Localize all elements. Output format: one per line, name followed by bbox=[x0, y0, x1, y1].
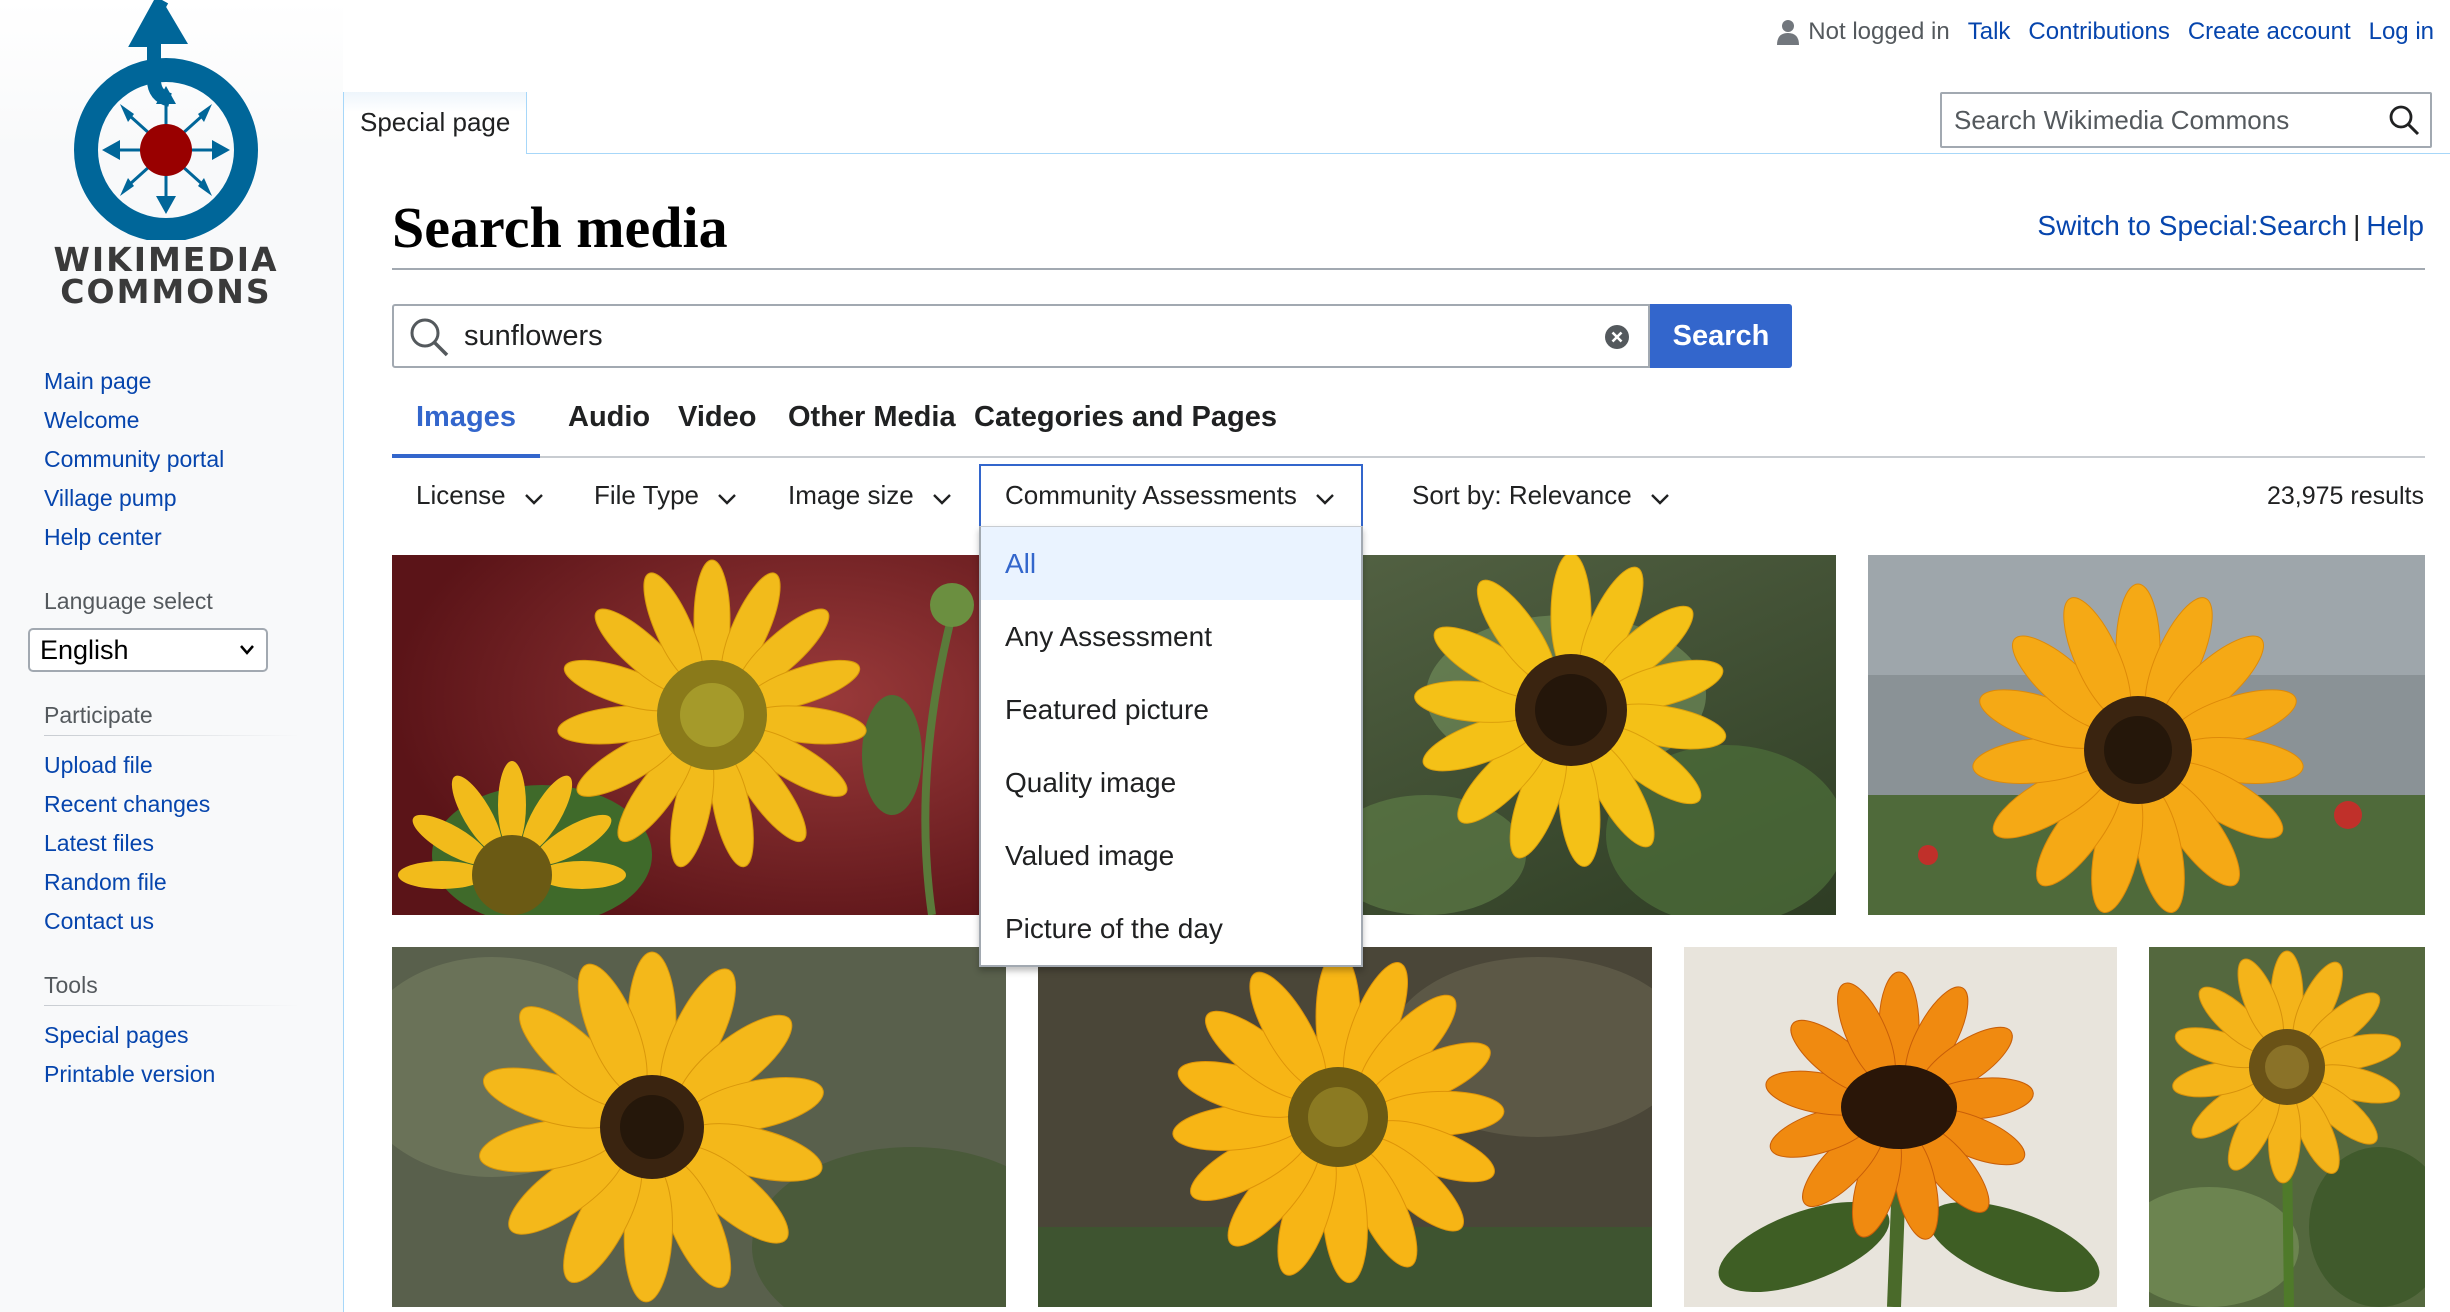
image-size-filter[interactable]: Image size bbox=[764, 464, 977, 526]
tab-special-page[interactable]: Special page bbox=[343, 92, 528, 154]
chevron-down-icon bbox=[1649, 466, 1671, 528]
sidebar-link-special-pages[interactable]: Special pages bbox=[44, 1022, 189, 1048]
sunflower-thumbnail bbox=[1868, 555, 2425, 915]
menu-option-valued-image[interactable]: Valued image bbox=[981, 819, 1361, 892]
sidebar-link-latest-files[interactable]: Latest files bbox=[44, 830, 154, 856]
help-link[interactable]: Help bbox=[2366, 210, 2424, 241]
tab-video[interactable]: Video bbox=[654, 382, 780, 458]
header-search-input[interactable] bbox=[1942, 94, 2372, 146]
license-filter-label: License bbox=[416, 480, 506, 510]
community-assessments-filter[interactable]: Community Assessments bbox=[979, 464, 1363, 526]
chevron-down-icon bbox=[238, 630, 256, 684]
header-search-box[interactable] bbox=[1940, 92, 2432, 148]
media-search-input[interactable] bbox=[464, 310, 1564, 362]
chevron-down-icon bbox=[523, 466, 545, 528]
file-type-filter[interactable]: File Type bbox=[570, 464, 762, 526]
menu-option-picture-of-the-day[interactable]: Picture of the day bbox=[981, 892, 1361, 965]
sunflower-thumbnail bbox=[392, 947, 1006, 1307]
tab-other-media[interactable]: Other Media bbox=[764, 382, 980, 458]
sidebar-link-recent-changes[interactable]: Recent changes bbox=[44, 791, 210, 817]
not-logged-in-status: Not logged in bbox=[1776, 18, 1950, 46]
image-result-tile[interactable] bbox=[1868, 555, 2425, 915]
chevron-down-icon bbox=[931, 466, 953, 528]
search-icon[interactable] bbox=[2388, 104, 2420, 136]
sunflower-thumbnail bbox=[2149, 947, 2425, 1307]
image-result-tile[interactable] bbox=[1038, 947, 1652, 1307]
sidebar-link-village-pump[interactable]: Village pump bbox=[44, 485, 177, 511]
sidebar-link-contact-us[interactable]: Contact us bbox=[44, 908, 154, 934]
sidebar: WIKIMEDIA COMMONS Main page Welcome Comm… bbox=[0, 0, 343, 1312]
sidebar-link-welcome[interactable]: Welcome bbox=[44, 407, 139, 433]
indicator-separator: | bbox=[2353, 210, 2361, 241]
media-type-tabs: Images Audio Video Other Media Categorie… bbox=[392, 382, 2425, 458]
sort-filter[interactable]: Sort by: Relevance bbox=[1388, 464, 1695, 526]
file-type-filter-label: File Type bbox=[594, 480, 700, 510]
tab-images[interactable]: Images bbox=[392, 382, 540, 458]
results-count: 23,975 results bbox=[2266, 482, 2424, 510]
language-select-value: English bbox=[40, 635, 129, 665]
sunflower-thumbnail bbox=[392, 555, 1006, 915]
menu-option-featured-picture[interactable]: Featured picture bbox=[981, 673, 1361, 746]
chevron-down-icon bbox=[716, 466, 738, 528]
community-assessments-menu: All Any Assessment Featured picture Qual… bbox=[979, 526, 1363, 967]
page-title: Search media bbox=[392, 195, 728, 260]
not-logged-in-text: Not logged in bbox=[1808, 18, 1950, 45]
log-in-link[interactable]: Log in bbox=[2369, 18, 2434, 46]
image-size-filter-label: Image size bbox=[788, 480, 914, 510]
contributions-link[interactable]: Contributions bbox=[2028, 18, 2169, 46]
main-content: Search media Switch to Special:Search | He… bbox=[343, 154, 2450, 1312]
menu-option-any-assessment[interactable]: Any Assessment bbox=[981, 600, 1361, 673]
tools-portal: Tools Special pages Printable version bbox=[44, 972, 299, 1094]
personal-tools: Not logged in Talk Contributions Create … bbox=[1776, 14, 2434, 50]
tools-heading: Tools bbox=[44, 972, 299, 1006]
language-portal: Language select English bbox=[28, 588, 299, 672]
commons-logo-icon bbox=[74, 0, 258, 242]
image-result-tile[interactable] bbox=[1684, 947, 2117, 1307]
page-indicators: Switch to Special:Search | Help bbox=[2037, 210, 2424, 242]
title-divider bbox=[392, 268, 2425, 270]
chevron-down-icon bbox=[1314, 468, 1336, 526]
image-result-tile[interactable] bbox=[392, 555, 1006, 915]
sort-filter-label: Sort by: Relevance bbox=[1412, 480, 1632, 510]
search-button[interactable]: Search bbox=[1650, 304, 1792, 368]
create-account-link[interactable]: Create account bbox=[2188, 18, 2351, 46]
clear-icon[interactable] bbox=[1604, 324, 1630, 350]
switch-to-special-search-link[interactable]: Switch to Special:Search bbox=[2037, 210, 2347, 241]
participate-portal: Participate Upload file Recent changes L… bbox=[44, 702, 299, 941]
sunflower-thumbnail bbox=[1038, 947, 1652, 1307]
logo-wordmark-line2: COMMONS bbox=[60, 272, 272, 311]
image-result-tile[interactable] bbox=[2149, 947, 2425, 1307]
participate-heading: Participate bbox=[44, 702, 299, 736]
search-icon bbox=[410, 318, 449, 357]
language-select[interactable]: English bbox=[28, 628, 268, 672]
wikimedia-commons-logo[interactable]: WIKIMEDIA COMMONS bbox=[50, 0, 282, 311]
sidebar-link-printable-version[interactable]: Printable version bbox=[44, 1061, 215, 1087]
sidebar-link-upload-file[interactable]: Upload file bbox=[44, 752, 153, 778]
tab-categories-and-pages[interactable]: Categories and Pages bbox=[950, 382, 1301, 458]
sidebar-link-random-file[interactable]: Random file bbox=[44, 869, 167, 895]
navigation-portal: Main page Welcome Community portal Villa… bbox=[44, 362, 299, 557]
menu-option-all[interactable]: All bbox=[981, 527, 1361, 600]
talk-link[interactable]: Talk bbox=[1968, 18, 2011, 46]
sunflower-thumbnail bbox=[1684, 947, 2117, 1307]
sidebar-link-main-page[interactable]: Main page bbox=[44, 368, 151, 394]
license-filter[interactable]: License bbox=[392, 464, 569, 526]
menu-option-quality-image[interactable]: Quality image bbox=[981, 746, 1361, 819]
language-select-heading: Language select bbox=[44, 588, 213, 614]
media-search-box[interactable] bbox=[392, 304, 1650, 368]
sidebar-link-help-center[interactable]: Help center bbox=[44, 524, 162, 550]
community-assessments-filter-label: Community Assessments bbox=[1005, 480, 1297, 510]
image-result-tile[interactable] bbox=[392, 947, 1006, 1307]
sidebar-link-community-portal[interactable]: Community portal bbox=[44, 446, 224, 472]
user-icon bbox=[1777, 20, 1800, 45]
